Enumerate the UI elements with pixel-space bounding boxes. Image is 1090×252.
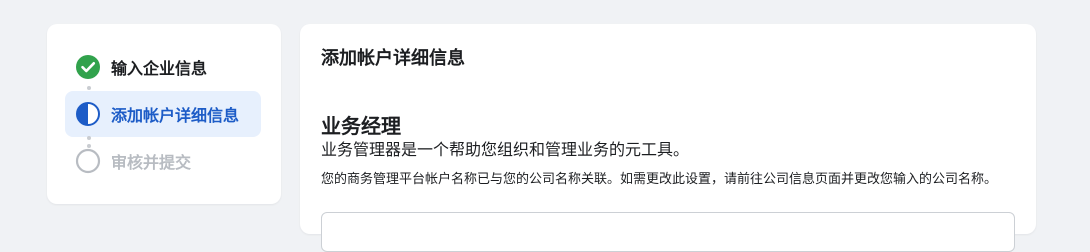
step-enter-business-info[interactable]: 输入企业信息: [65, 44, 261, 90]
business-name-field[interactable]: [321, 212, 1015, 252]
panel-title: 添加帐户详细信息: [321, 48, 465, 69]
empty-circle-icon: [75, 148, 101, 174]
step-review-and-submit[interactable]: 审核并提交: [65, 138, 261, 184]
section-subtitle: 业务管理器是一个帮助您组织和管理业务的元工具。: [321, 140, 690, 159]
check-circle-icon: [75, 54, 101, 80]
step-label: 审核并提交: [111, 153, 192, 172]
section-title: 业务经理: [321, 114, 401, 138]
step-label: 添加帐户详细信息: [111, 106, 240, 125]
step-add-account-details[interactable]: 添加帐户详细信息: [65, 91, 261, 137]
half-circle-icon: [75, 101, 101, 127]
account-details-panel: 添加帐户详细信息 业务经理 业务管理器是一个帮助您组织和管理业务的元工具。 您的…: [300, 24, 1036, 252]
progress-stepper: 输入企业信息 添加帐户详细信息 审核并提交: [47, 24, 281, 204]
section-note: 您的商务管理平台帐户名称已与您的公司名称关联。如需更改此设置，请前往公司信息页面…: [321, 172, 998, 187]
step-label: 输入企业信息: [111, 59, 208, 78]
